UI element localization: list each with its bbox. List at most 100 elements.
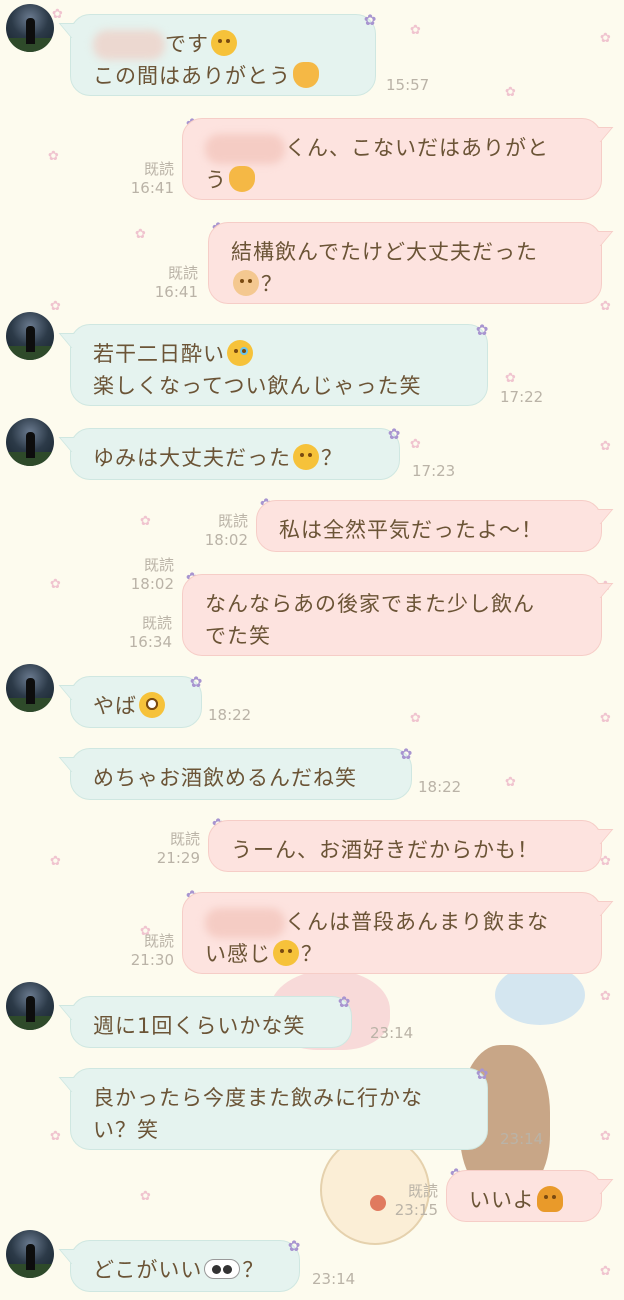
message-bubble: やば <box>70 676 202 728</box>
read-receipt: 既読 18:02 <box>194 512 248 550</box>
read-label: 既読 <box>141 614 172 632</box>
redacted-name <box>205 908 285 938</box>
message-text: 私は全然平気だったよ〜！ <box>279 518 543 542</box>
flower-sticker-icon: ✿ <box>475 1065 489 1083</box>
pattern-flower-icon: ✿ <box>135 227 146 242</box>
avatar[interactable] <box>6 982 54 1030</box>
message-time: 16:34 <box>128 633 172 651</box>
message-time: 16:41 <box>130 179 174 197</box>
read-receipt: 既読 21:29 <box>146 830 200 868</box>
message-time: 21:30 <box>130 951 174 969</box>
message-text: 結構飲んでたけど大丈夫だった <box>231 240 538 264</box>
message-text: うーん、お酒好きだからかも！ <box>231 838 539 862</box>
read-label: 既読 <box>169 830 200 848</box>
pattern-flower-icon: ✿ <box>140 1189 151 1204</box>
baby-face-icon <box>233 270 259 296</box>
message-text: めちゃお酒飲めるんだね笑 <box>93 766 357 790</box>
read-receipt: 既読 16:41 <box>144 264 198 302</box>
avatar[interactable] <box>6 664 54 712</box>
message-bubble: くんは普段あんまり飲まな い感じ ？ <box>182 892 602 974</box>
message-time: 23:15 <box>394 1201 438 1219</box>
eyes-icon <box>204 1259 241 1279</box>
message-bubble: 私は全然平気だったよ〜！ <box>256 500 602 552</box>
pattern-flower-icon: ✿ <box>48 149 59 164</box>
pattern-flower-icon: ✿ <box>600 989 611 1004</box>
message-text: 良かったら今度また飲みに行かな <box>93 1086 423 1110</box>
message-time: 17:23 <box>412 462 456 480</box>
avatar[interactable] <box>6 418 54 466</box>
monocle-face-icon <box>273 940 299 966</box>
message-text: でた笑 <box>205 624 271 648</box>
pattern-flower-icon: ✿ <box>600 711 611 726</box>
message-text: ？ <box>242 1258 265 1282</box>
pattern-flower-icon: ✿ <box>140 514 151 529</box>
redacted-name <box>93 30 165 60</box>
pattern-flower-icon: ✿ <box>505 775 516 790</box>
woman-raising-hand-icon <box>536 1186 563 1212</box>
avatar[interactable] <box>6 1230 54 1278</box>
flower-sticker-icon: ✿ <box>387 425 401 443</box>
read-receipt: 既読 21:30 <box>120 932 174 970</box>
redacted-name <box>205 134 285 164</box>
message-bubble: なんならあの後家でまた少し飲ん でた笑 <box>182 574 602 656</box>
message-text: ？ <box>261 272 283 296</box>
message-text: ゆみは大丈夫だった <box>93 446 291 470</box>
flower-sticker-icon: ✿ <box>189 673 203 691</box>
message-time: 16:41 <box>154 283 198 301</box>
flower-sticker-icon: ✿ <box>399 745 413 763</box>
message-bubble: 若干二日酔い 楽しくなってつい飲んじゃった笑 <box>70 324 488 406</box>
read-label: 既読 <box>217 512 248 530</box>
message-time: 23:14 <box>312 1270 356 1288</box>
pattern-flower-icon: ✿ <box>505 371 516 386</box>
message-time: 18:22 <box>418 778 462 796</box>
message-text: ？ <box>301 942 323 966</box>
pattern-flower-icon: ✿ <box>600 439 611 454</box>
read-label: 既読 <box>143 160 174 178</box>
pattern-flower-icon: ✿ <box>410 437 421 452</box>
pattern-flower-icon: ✿ <box>505 85 516 100</box>
message-text: この間はありがとう <box>93 64 291 88</box>
read-receipt: 既読 18:02 <box>120 556 174 594</box>
message-text: 若干二日酔い <box>93 342 225 366</box>
read-receipt: 既読 23:15 <box>384 1182 438 1220</box>
message-bubble: 良かったら今度また飲みに行かな い？笑 <box>70 1068 488 1150</box>
pattern-flower-icon: ✿ <box>600 1129 611 1144</box>
pattern-flower-icon: ✿ <box>410 711 421 726</box>
pattern-flower-icon: ✿ <box>50 854 61 869</box>
message-bubble: うーん、お酒好きだからかも！ <box>208 820 602 872</box>
read-label: 既読 <box>167 264 198 282</box>
message-text: 楽しくなってつい飲んじゃった笑 <box>93 374 422 398</box>
pattern-flower-icon: ✿ <box>410 23 421 38</box>
avatar[interactable] <box>6 4 54 52</box>
read-receipt: 既読 16:41 <box>120 160 174 198</box>
message-bubble: ゆみは大丈夫だった ？ <box>70 428 400 480</box>
read-label: 既読 <box>407 1182 438 1200</box>
pattern-flower-icon: ✿ <box>50 299 61 314</box>
message-text: なんならあの後家でまた少し飲ん <box>205 592 535 616</box>
message-time: 18:02 <box>204 531 248 549</box>
message-bubble: 週に1回くらいかな笑 <box>70 996 352 1048</box>
tears-of-joy-icon <box>227 340 253 366</box>
message-text: 週に1回くらいかな笑 <box>93 1014 306 1038</box>
message-bubble: いいよ <box>446 1170 602 1222</box>
avatar[interactable] <box>6 312 54 360</box>
message-time: 17:22 <box>500 388 544 406</box>
message-text: い？笑 <box>93 1118 159 1142</box>
clapping-hands-icon <box>229 166 255 192</box>
message-bubble: どこがいい ？ <box>70 1240 300 1292</box>
message-time: 15:57 <box>386 76 430 94</box>
message-time: 18:02 <box>130 575 174 593</box>
message-time: 23:14 <box>500 1130 544 1148</box>
message-bubble: 結構飲んでたけど大丈夫だった ？ <box>208 222 602 304</box>
pattern-flower-icon: ✿ <box>600 31 611 46</box>
message-time: 18:22 <box>208 706 252 724</box>
message-bubble: めちゃお酒飲めるんだね笑 <box>70 748 412 800</box>
message-time: 23:14 <box>370 1024 414 1042</box>
flower-sticker-icon: ✿ <box>287 1237 301 1255</box>
pattern-flower-icon: ✿ <box>600 299 611 314</box>
message-text: ？ <box>321 446 343 470</box>
pattern-flower-icon: ✿ <box>600 1264 611 1279</box>
message-text: どこがいい <box>93 1258 203 1282</box>
message-text: いいよ <box>469 1188 535 1212</box>
read-label: 既読 <box>143 556 174 574</box>
